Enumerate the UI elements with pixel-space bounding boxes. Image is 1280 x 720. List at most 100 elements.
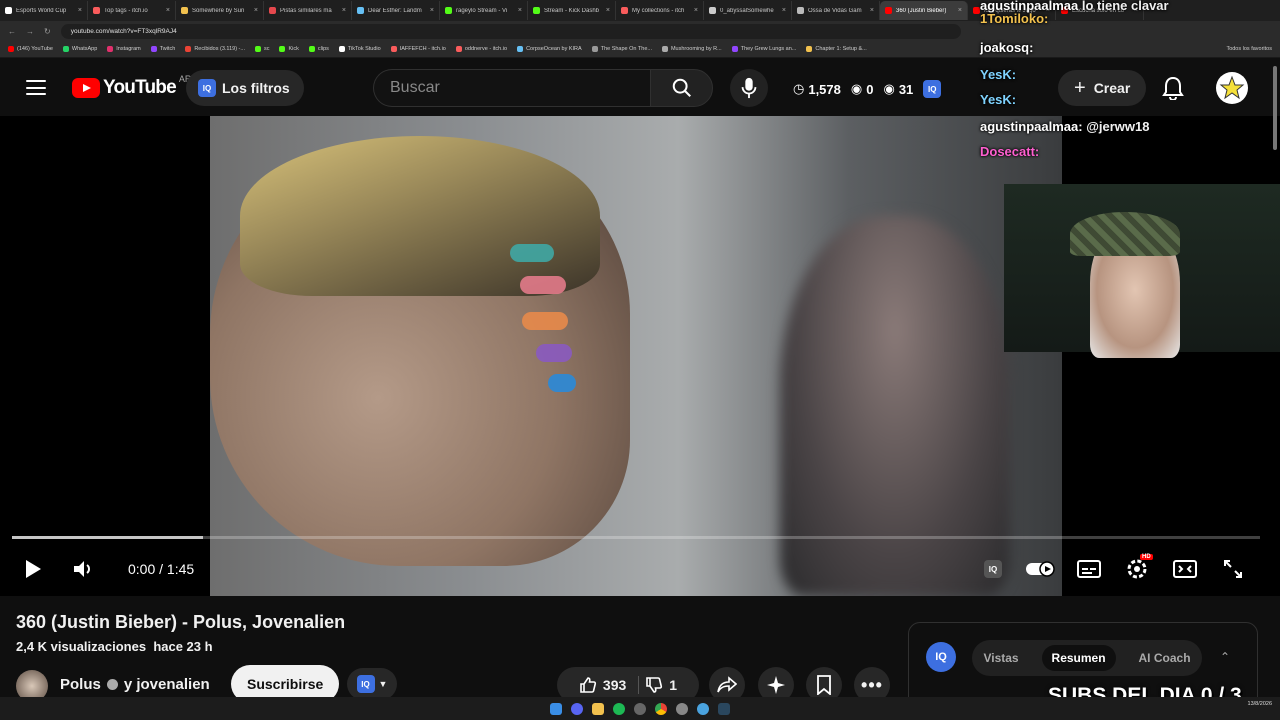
bookmark-label: IAFFEFCH - itch.io: [399, 46, 446, 52]
chat-username: Dosecatt:: [980, 144, 1040, 159]
chevron-up-icon[interactable]: ⌃: [1220, 650, 1230, 664]
bookmark-item[interactable]: TikTok Studio: [338, 46, 381, 52]
bookmark-item[interactable]: Instagram: [107, 46, 141, 52]
sparkle-icon: [767, 676, 785, 694]
tab-close-icon[interactable]: ×: [518, 7, 522, 14]
tab-close-icon[interactable]: ×: [78, 7, 82, 14]
bookmark-label: CorpseOcean by KIRA: [526, 46, 582, 52]
bookmark-item[interactable]: Twitch: [150, 46, 175, 52]
tab-close-icon[interactable]: ×: [694, 7, 698, 14]
page-scrollbar[interactable]: [1273, 66, 1277, 150]
browser-tab[interactable]: 360 (Justin Bieber) ×: [880, 1, 968, 20]
theater-icon: [1173, 560, 1197, 578]
iq-dropdown-button[interactable]: IQ ▼: [347, 668, 397, 700]
search-button[interactable]: [650, 69, 713, 107]
browser-tab[interactable]: Somewhere by Sun ×: [176, 1, 264, 20]
bookmark-item[interactable]: IAFFEFCH - itch.io: [390, 46, 446, 52]
tab-close-icon[interactable]: ×: [342, 7, 346, 14]
app-icon[interactable]: [676, 702, 688, 715]
face-paint-pink: [520, 276, 566, 294]
notifications-button[interactable]: [1162, 76, 1184, 105]
fullscreen-icon: [1224, 560, 1242, 578]
url-field[interactable]: youtube.com/watch?v=FT3xqlR9AJ4: [60, 23, 961, 39]
video-meta: 2,4 K visualizaciones hace 23 h: [16, 639, 213, 654]
bookmark-item[interactable]: They Grew Lungs an...: [731, 46, 796, 52]
reload-icon[interactable]: ↻: [44, 27, 51, 36]
windows-start-icon[interactable]: [550, 702, 562, 715]
discord-icon[interactable]: [571, 702, 583, 715]
voice-search-button[interactable]: [730, 69, 768, 107]
file-explorer-icon[interactable]: [592, 702, 604, 715]
steam-icon[interactable]: [718, 702, 730, 715]
chrome-icon[interactable]: [655, 702, 667, 715]
spotify-icon[interactable]: [613, 702, 625, 715]
plus-icon: +: [1074, 76, 1086, 99]
browser-tab[interactable]: Stream - Kick Dashb ×: [528, 1, 616, 20]
tab-close-icon[interactable]: ×: [870, 7, 874, 14]
bookmark-item[interactable]: clips: [308, 46, 329, 52]
bookmark-item[interactable]: CorpseOcean by KIRA: [517, 46, 582, 52]
iq-extension-icon[interactable]: IQ: [923, 80, 942, 98]
bookmark-favicon-icon: [517, 46, 524, 52]
bookmark-item[interactable]: Kick: [279, 46, 299, 52]
microphone-icon: [741, 77, 757, 99]
like-button[interactable]: 393: [579, 676, 640, 694]
browser-tab[interactable]: Dear Esther: Landm ×: [352, 1, 440, 20]
back-icon[interactable]: ←: [8, 27, 16, 36]
browser-tab[interactable]: rageylo Stream - Vi ×: [440, 1, 528, 20]
tab-close-icon[interactable]: ×: [782, 7, 786, 14]
fullscreen-button[interactable]: [1220, 556, 1246, 582]
theater-mode-button[interactable]: [1172, 556, 1198, 582]
tab-close-icon[interactable]: ×: [606, 7, 610, 14]
youtube-logo[interactable]: YouTube AR: [72, 74, 191, 99]
volume-button[interactable]: [70, 556, 96, 582]
play-button[interactable]: [20, 556, 46, 582]
tab-close-icon[interactable]: ×: [166, 7, 170, 14]
tab-close-icon[interactable]: ×: [958, 7, 962, 14]
account-avatar[interactable]: [1216, 72, 1248, 104]
search-input[interactable]: Buscar: [373, 69, 651, 107]
bookmark-item[interactable]: Chapter 1: Setup &...: [806, 46, 867, 52]
dislike-button[interactable]: 1: [645, 676, 677, 694]
all-bookmarks-link[interactable]: Todos los favoritos: [1226, 46, 1272, 52]
browser-tab[interactable]: Ossa de Vidas Gam ×: [792, 1, 880, 20]
ccleaner-icon[interactable]: [697, 702, 709, 715]
bookmark-item[interactable]: WhatsApp: [62, 46, 97, 52]
bookmark-favicon-icon: [338, 46, 345, 52]
bookmark-item[interactable]: Mushrooming by R...: [661, 46, 722, 52]
tab-close-icon[interactable]: ×: [254, 7, 258, 14]
star-avatar-icon: [1219, 75, 1245, 100]
browser-tab[interactable]: My collections - itch ×: [616, 1, 704, 20]
tab-close-icon[interactable]: ×: [430, 7, 434, 14]
filters-button[interactable]: IQ Los filtros: [186, 70, 304, 106]
bookmark-label: Chapter 1: Setup &...: [815, 46, 867, 52]
panel-tab[interactable]: Resumen: [1041, 645, 1116, 671]
hd-badge: HD: [1140, 554, 1153, 560]
create-button[interactable]: + Crear: [1058, 70, 1147, 106]
browser-tab[interactable]: Pistas similares má ×: [264, 1, 352, 20]
bookmark-item[interactable]: sc: [254, 46, 269, 52]
iq-player-button[interactable]: IQ: [980, 556, 1006, 582]
browser-tab[interactable]: Esports World Cup ×: [0, 1, 88, 20]
channel-collab[interactable]: y jovenalien: [124, 676, 210, 693]
bookmark-item[interactable]: oddnerve - itch.io: [455, 46, 507, 52]
channel-name[interactable]: Polus: [60, 676, 101, 693]
menu-icon[interactable]: [26, 80, 46, 95]
browser-tab[interactable]: Top tags - itch.io ×: [88, 1, 176, 20]
bookmark-item[interactable]: (146) YouTube: [8, 46, 53, 52]
tab-favicon-icon: [797, 7, 804, 14]
panel-tab[interactable]: Vistas: [983, 651, 1018, 665]
autoplay-toggle[interactable]: [1025, 556, 1057, 582]
obs-icon[interactable]: [634, 702, 646, 715]
bookmark-item[interactable]: Recibidos (3.119) -...: [185, 46, 245, 52]
verified-icon: [106, 679, 118, 690]
panel-tab[interactable]: AI Coach: [1139, 651, 1191, 665]
settings-button[interactable]: HD: [1124, 554, 1153, 582]
bookmark-label: Mushrooming by R...: [670, 46, 722, 52]
subtitles-button[interactable]: [1076, 556, 1102, 582]
channel-info[interactable]: Polus y jovenalien: [60, 676, 210, 693]
bookmark-item[interactable]: The Shape On The...: [591, 46, 652, 52]
webcam-person-hat: [1070, 212, 1180, 256]
forward-icon[interactable]: →: [26, 27, 34, 36]
browser-tab[interactable]: 0_abyssalSomewhe ×: [704, 1, 792, 20]
